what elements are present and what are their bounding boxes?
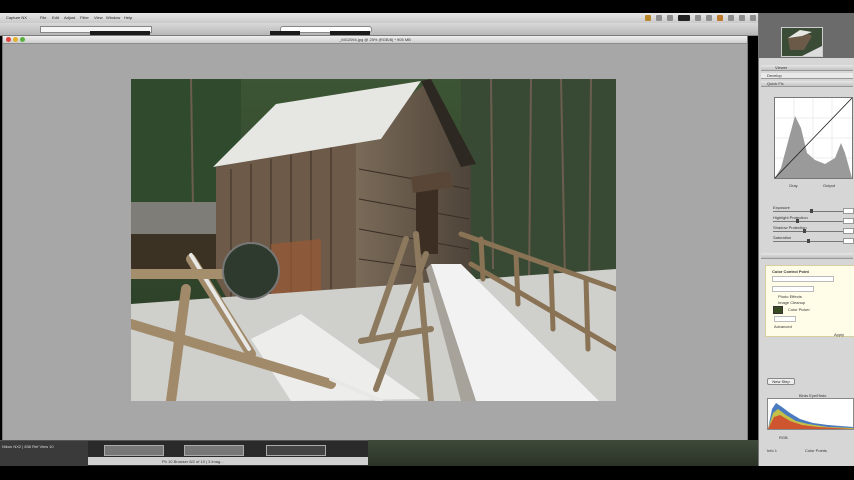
info-tab[interactable]: Info 1 bbox=[767, 448, 777, 453]
histogram-channel[interactable]: RGB bbox=[779, 435, 788, 440]
bottom-letterbox bbox=[0, 466, 854, 480]
value-field[interactable] bbox=[843, 238, 854, 244]
slider-knob[interactable] bbox=[803, 229, 807, 233]
menu-edit[interactable]: Edit bbox=[52, 15, 59, 20]
black-box-icon bbox=[678, 15, 690, 21]
slider-knob[interactable] bbox=[809, 209, 813, 213]
close-icon[interactable] bbox=[6, 37, 11, 42]
color-point-title: Color Control Point bbox=[772, 269, 809, 274]
color-swatch[interactable] bbox=[773, 306, 783, 314]
mill-photo bbox=[131, 79, 616, 401]
browser-panel: Nikon NX2 | 836 Ref View 10 bbox=[0, 441, 88, 467]
right-panel: Viewer Develop Quick Fix Gray Output Exp… bbox=[758, 13, 854, 466]
hand-tool-icon[interactable] bbox=[645, 15, 651, 21]
straighten-tool-icon[interactable] bbox=[706, 15, 712, 21]
new-step-button[interactable]: New Step bbox=[767, 378, 795, 385]
zoom-tool-icon[interactable] bbox=[656, 15, 662, 21]
filmstrip: Nikon NX2 | 836 Ref View 10 Ph 10 Browse… bbox=[0, 440, 368, 467]
minimize-icon[interactable] bbox=[13, 37, 18, 42]
navigator-thumbnail[interactable] bbox=[781, 27, 823, 57]
slider-label: Saturation bbox=[773, 235, 792, 240]
value-field[interactable] bbox=[843, 228, 854, 234]
slider-knob[interactable] bbox=[796, 219, 800, 223]
step-header[interactable] bbox=[761, 253, 853, 259]
crop-tool-icon[interactable] bbox=[695, 15, 701, 21]
film-status-text: Ph 10 Browser 8/2 of 10 | 3 imag... bbox=[162, 459, 224, 464]
selection-tool-icon[interactable] bbox=[750, 15, 756, 21]
curve-right-label: Output bbox=[823, 183, 836, 188]
bird-eye-panel bbox=[759, 13, 854, 58]
saturation-slider[interactable] bbox=[773, 239, 843, 243]
viewer-header[interactable]: Viewer bbox=[761, 65, 853, 71]
menu-window[interactable]: Window bbox=[106, 15, 120, 20]
color-point-icon[interactable] bbox=[717, 15, 723, 21]
value-field[interactable] bbox=[843, 208, 854, 214]
value-field[interactable] bbox=[843, 218, 854, 224]
size-dropdown[interactable] bbox=[774, 316, 796, 322]
curve-left-label: Gray bbox=[789, 183, 798, 188]
layer-header[interactable]: Develop bbox=[761, 73, 853, 79]
menu-app[interactable]: Capture NX bbox=[6, 15, 27, 20]
menu-filter[interactable]: Filter bbox=[80, 15, 89, 20]
mode-dropdown[interactable] bbox=[772, 286, 814, 292]
viewer-label: Viewer bbox=[775, 65, 788, 70]
film-thumbnail[interactable] bbox=[184, 445, 244, 456]
photo-canvas[interactable] bbox=[131, 79, 616, 401]
method-dropdown[interactable] bbox=[772, 276, 834, 282]
new-step-label: New Step bbox=[772, 379, 790, 384]
document-window: _MG2094.jpg @ 25% (RGB/8) * 905 MB bbox=[2, 35, 748, 442]
top-letterbox bbox=[0, 0, 854, 13]
option-row[interactable]: Color Picker bbox=[788, 307, 810, 312]
option-row[interactable]: Photo Effects bbox=[778, 294, 802, 299]
menu-help[interactable]: Help bbox=[124, 15, 132, 20]
color-points-tab[interactable]: Color Points bbox=[805, 448, 827, 453]
brush-tool-icon[interactable] bbox=[739, 15, 745, 21]
slider-knob[interactable] bbox=[806, 239, 810, 243]
shadow-slider[interactable] bbox=[773, 229, 843, 233]
desktop-background bbox=[368, 440, 758, 466]
slider-label: Shadow Protection bbox=[773, 225, 807, 230]
zoom-icon[interactable] bbox=[20, 37, 25, 42]
option-row[interactable]: Image Cleanup bbox=[778, 300, 805, 305]
film-thumbnail[interactable] bbox=[104, 445, 164, 456]
quick-fix-header[interactable]: Quick Fix bbox=[761, 81, 853, 87]
color-point-panel: Color Control Point Photo Effects Image … bbox=[765, 265, 854, 337]
menu-view[interactable]: View bbox=[94, 15, 103, 20]
exposure-slider[interactable] bbox=[773, 209, 843, 213]
rotate-tool-icon[interactable] bbox=[667, 15, 673, 21]
histogram bbox=[767, 398, 854, 430]
document-title-bar[interactable]: _MG2094.jpg @ 25% (RGB/8) * 905 MB bbox=[3, 36, 747, 44]
quick-fix-label: Quick Fix bbox=[767, 81, 784, 86]
menu-adjust[interactable]: Adjust bbox=[64, 15, 75, 20]
option-row[interactable]: Advanced bbox=[774, 324, 792, 329]
menu-file[interactable]: File bbox=[40, 15, 46, 20]
slider-label: Highlight Protection bbox=[773, 215, 808, 220]
apply-label[interactable]: Apply bbox=[834, 332, 844, 337]
layer-label: Develop bbox=[767, 73, 782, 78]
curves-graph[interactable] bbox=[774, 97, 853, 179]
document-title: _MG2094.jpg @ 25% (RGB/8) * 905 MB bbox=[339, 37, 411, 42]
browser-label: Nikon NX2 | 836 Ref View 10 bbox=[2, 444, 54, 449]
film-thumbnail[interactable] bbox=[266, 445, 326, 456]
film-status-bar: Ph 10 Browser 8/2 of 10 | 3 imag... bbox=[88, 457, 368, 465]
highlight-slider[interactable] bbox=[773, 219, 843, 223]
slider-label: Exposure bbox=[773, 205, 790, 210]
redeye-tool-icon[interactable] bbox=[728, 15, 734, 21]
